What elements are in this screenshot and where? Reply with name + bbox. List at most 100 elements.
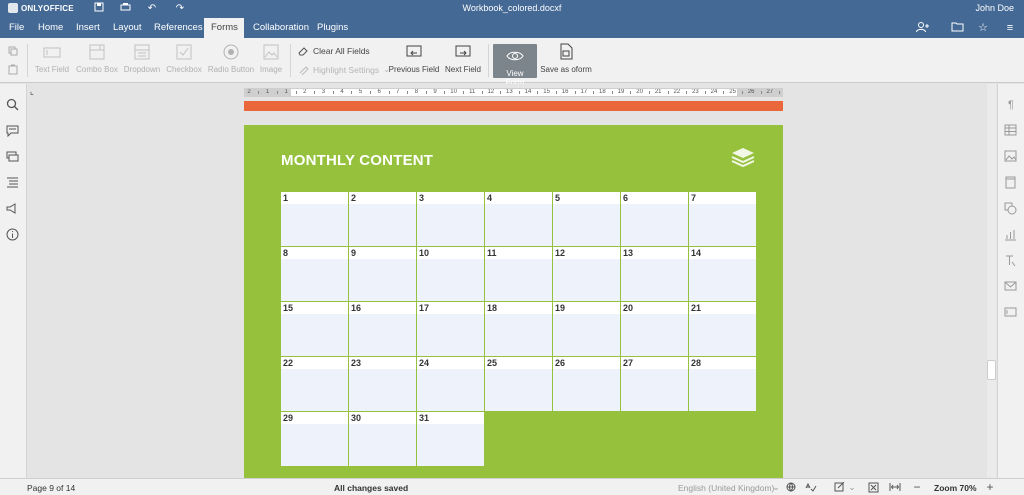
calendar-day-cell[interactable]: 2 — [349, 192, 416, 246]
image-settings-icon[interactable] — [1004, 150, 1018, 164]
calendar-day-cell[interactable]: 30 — [349, 412, 416, 466]
calendar-day-cell[interactable]: 31 — [417, 412, 484, 466]
language-selector[interactable]: English (United Kingdom) — [678, 483, 774, 493]
form-settings-icon[interactable] — [1004, 306, 1018, 320]
calendar-day-cell[interactable]: 1 — [281, 192, 348, 246]
tab-layout[interactable]: Layout — [106, 18, 149, 38]
calendar-day-cell[interactable]: 28 — [689, 357, 756, 411]
tab-references[interactable]: References — [147, 18, 210, 38]
fit-to-page-icon[interactable] — [867, 482, 879, 493]
calendar-day-cell[interactable]: 16 — [349, 302, 416, 356]
toolbar-divider — [27, 44, 28, 77]
zoom-in-icon[interactable]: + — [984, 481, 996, 493]
ruler-tick — [444, 91, 446, 94]
about-info-icon[interactable] — [6, 228, 20, 242]
tab-collaboration[interactable]: Collaboration — [246, 18, 316, 38]
tab-home[interactable]: Home — [31, 18, 70, 38]
calendar-day-cell[interactable]: 7 — [689, 192, 756, 246]
document-page[interactable]: MONTHLY CONTENT 1 2 3 4 5 6 7 8 9 10 11 12 13 14 15 16 1… — [244, 125, 783, 485]
scrollbar-thumb[interactable] — [987, 360, 996, 380]
calendar-day-cell[interactable]: 26 — [553, 357, 620, 411]
text-field-button[interactable]: Text Field — [33, 43, 71, 74]
mail-merge-icon[interactable] — [1004, 280, 1018, 294]
shape-settings-icon[interactable] — [1004, 202, 1018, 216]
table-settings-icon[interactable] — [1004, 124, 1018, 138]
open-location-icon[interactable] — [949, 21, 965, 35]
calendar-day-cell[interactable]: 8 — [281, 247, 348, 301]
ruler-tick — [314, 91, 316, 94]
globe-icon[interactable] — [785, 482, 797, 493]
favorite-star-icon[interactable]: ☆ — [975, 21, 991, 35]
previous-field-button[interactable]: Previous Field — [388, 43, 440, 74]
calendar-day-cell[interactable]: 11 — [485, 247, 552, 301]
day-number-box: 21 — [689, 302, 756, 314]
calendar-day-cell[interactable]: 17 — [417, 302, 484, 356]
ruler-number: 16 — [561, 89, 569, 95]
fit-to-width-icon[interactable] — [889, 482, 901, 493]
calendar-day-cell[interactable]: 3 — [417, 192, 484, 246]
page-number-indicator[interactable]: Page 9 of 14 — [27, 483, 75, 493]
header-footer-settings-icon[interactable] — [1004, 176, 1018, 190]
calendar-day-cell[interactable]: 9 — [349, 247, 416, 301]
track-changes-icon[interactable] — [834, 481, 846, 493]
calendar-day-cell[interactable]: 15 — [281, 302, 348, 356]
vertical-scrollbar[interactable] — [987, 84, 996, 478]
day-number: 27 — [623, 358, 634, 368]
zoom-out-icon[interactable]: − — [911, 481, 923, 493]
calendar-day-cell[interactable]: 10 — [417, 247, 484, 301]
clear-all-fields-button[interactable]: Clear All Fields — [298, 46, 370, 56]
day-number-box: 14 — [689, 247, 756, 259]
paste-icon[interactable] — [8, 64, 18, 78]
radio-button-button[interactable]: Radio Button — [206, 43, 256, 74]
calendar-day-cell[interactable]: 23 — [349, 357, 416, 411]
calendar-day-cell[interactable]: 27 — [621, 357, 688, 411]
calendar-day-cell[interactable]: 22 — [281, 357, 348, 411]
chat-icon[interactable] — [6, 150, 20, 164]
tab-insert[interactable]: Insert — [69, 18, 107, 38]
day-number: 18 — [487, 303, 498, 313]
dropdown-button[interactable]: Dropdown — [122, 43, 162, 74]
calendar-day-cell[interactable]: 19 — [553, 302, 620, 356]
calendar-day-cell[interactable]: 25 — [485, 357, 552, 411]
navigation-icon[interactable] — [6, 176, 20, 190]
image-button[interactable]: Image — [258, 43, 284, 74]
calendar-day-cell[interactable]: 5 — [553, 192, 620, 246]
calendar-day-cell[interactable]: 20 — [621, 302, 688, 356]
highlight-settings-button[interactable]: Highlight Settings ⌄ — [298, 64, 390, 75]
calendar-day-cell[interactable]: 21 — [689, 302, 756, 356]
copy-icon[interactable] — [8, 46, 18, 59]
tab-forms[interactable]: Forms — [204, 18, 244, 38]
user-name[interactable]: John Doe — [975, 3, 1014, 13]
ruler-tick — [518, 91, 520, 94]
calendar-day-cell[interactable]: 12 — [553, 247, 620, 301]
ruler-tick — [648, 91, 650, 94]
calendar-day-cell[interactable]: 6 — [621, 192, 688, 246]
next-field-button[interactable]: Next Field — [444, 43, 482, 74]
day-number-box: 24 — [417, 357, 484, 369]
tab-stop-selector-icon[interactable]: ⌞ — [30, 88, 38, 96]
calendar-day-cell[interactable]: 13 — [621, 247, 688, 301]
calendar-day-cell[interactable]: 18 — [485, 302, 552, 356]
chart-settings-icon[interactable] — [1004, 228, 1018, 242]
tab-file[interactable]: File — [2, 18, 31, 38]
menu-hamburger-icon[interactable]: ≡ — [1002, 21, 1018, 35]
text-art-settings-icon[interactable] — [1004, 254, 1018, 268]
calendar-day-cell[interactable]: 29 — [281, 412, 348, 466]
add-user-icon[interactable] — [915, 21, 931, 35]
ruler-tick — [555, 91, 557, 94]
feedback-icon[interactable] — [6, 202, 20, 216]
paragraph-settings-icon[interactable]: ¶ — [1004, 98, 1018, 112]
search-icon[interactable] — [6, 98, 20, 112]
save-as-oform-button[interactable]: Save as oform — [540, 43, 592, 74]
calendar-day-cell[interactable]: 4 — [485, 192, 552, 246]
zoom-level[interactable]: Zoom 70% — [934, 483, 977, 493]
spell-check-icon[interactable] — [805, 482, 817, 493]
calendar-day-cell[interactable]: 14 — [689, 247, 756, 301]
combo-box-button[interactable]: Combo Box — [74, 43, 120, 74]
checkbox-button[interactable]: Checkbox — [164, 43, 204, 74]
calendar-day-cell[interactable]: 24 — [417, 357, 484, 411]
view-form-button[interactable]: View Form — [493, 44, 537, 87]
tab-plugins[interactable]: Plugins — [310, 18, 355, 38]
horizontal-ruler[interactable]: 2 1 1 2 3 4 5 6 7 8 9 10 11 12 13 14 15 16 17 18 19 20 21 22 23 2… — [244, 88, 783, 97]
comments-icon[interactable] — [6, 124, 20, 138]
